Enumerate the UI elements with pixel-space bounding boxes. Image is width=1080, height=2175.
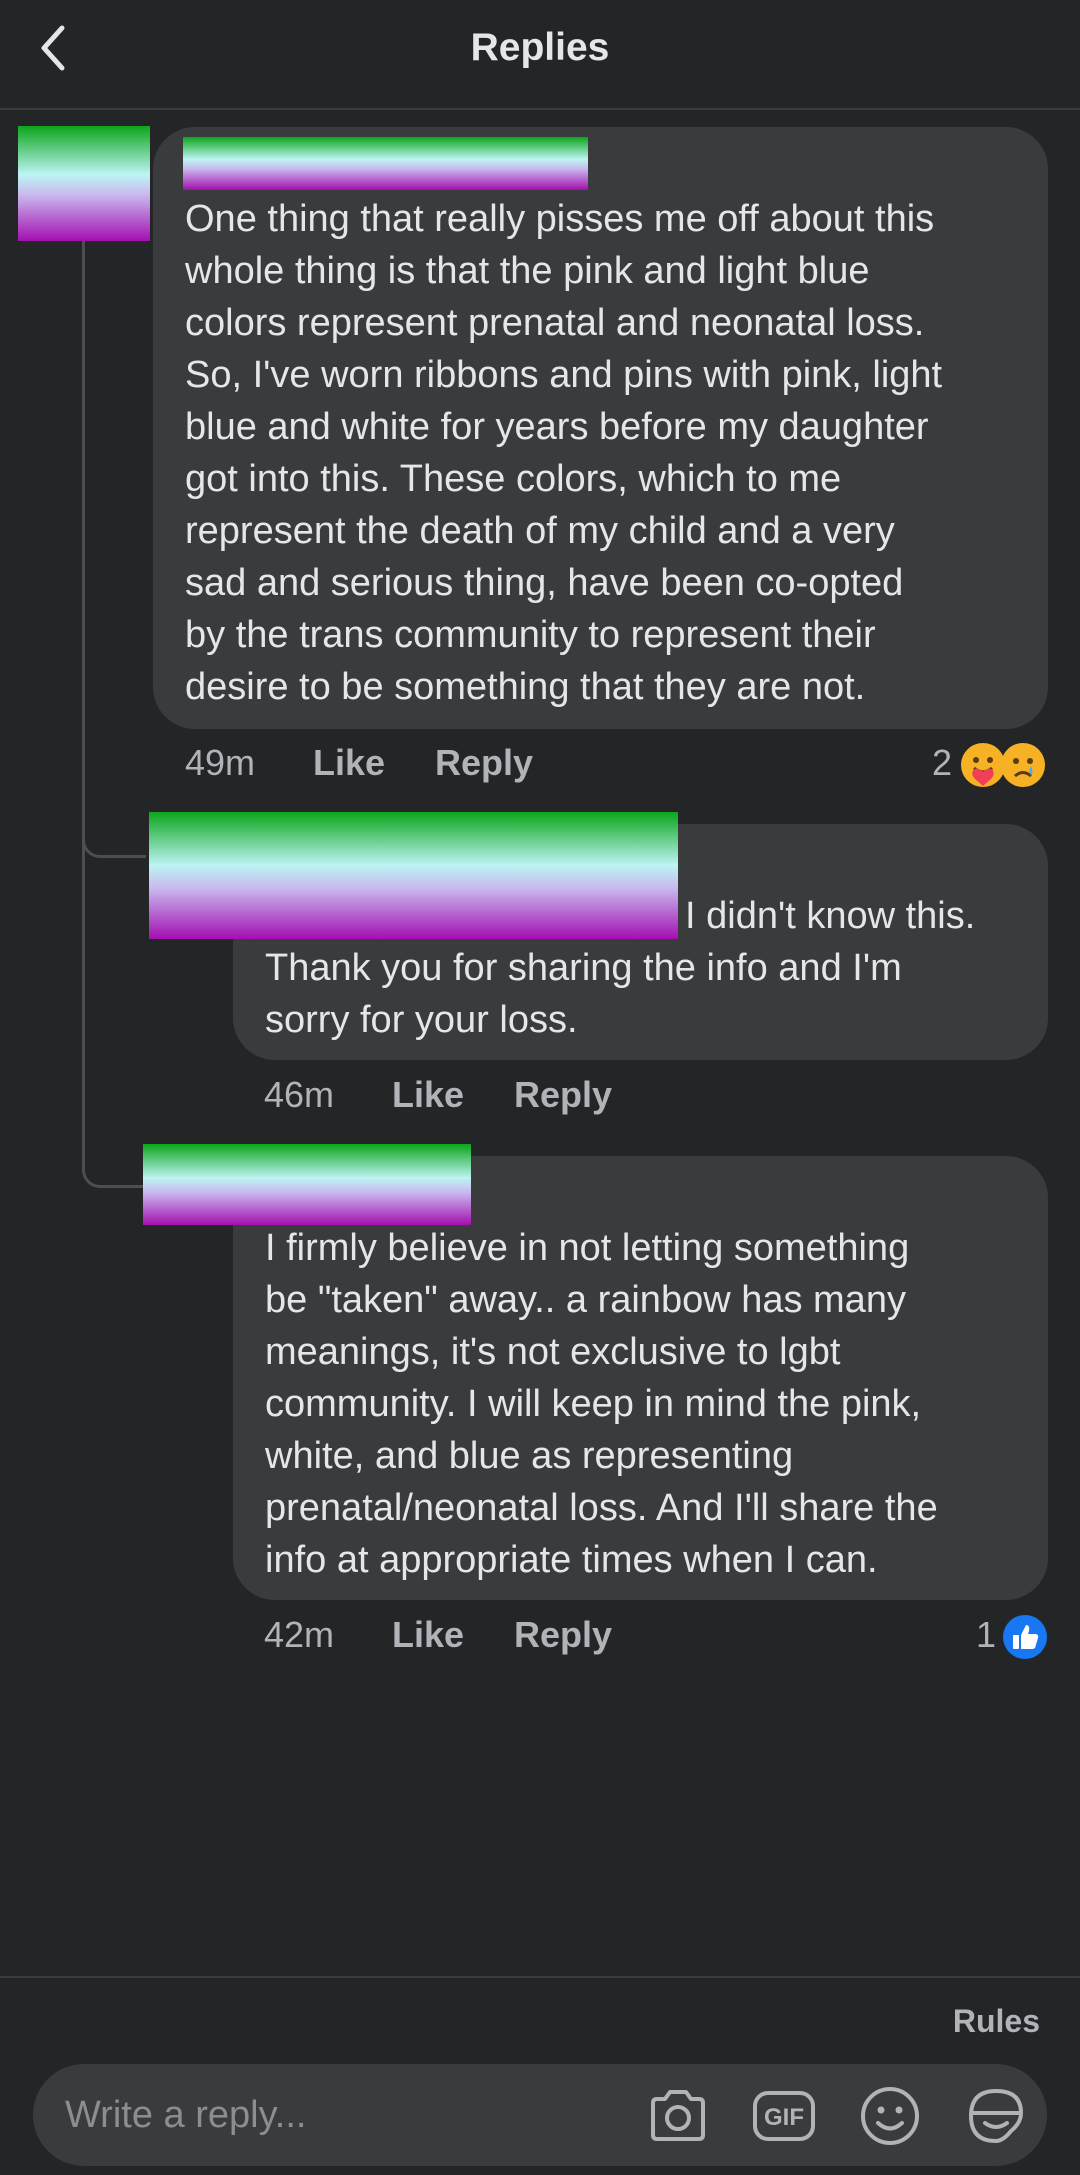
sad-emoji-icon <box>1001 743 1045 787</box>
redacted-avatar-and-name <box>143 1144 471 1225</box>
comment-text: One thing that really pisses me off abou… <box>185 198 943 708</box>
like-thumbs-up-icon <box>1003 1615 1047 1659</box>
comment-text: Thank you for sharing the info and I'm s… <box>265 947 902 1041</box>
camera-icon[interactable] <box>645 2083 711 2149</box>
redacted-author-name <box>183 137 588 190</box>
footer-divider <box>0 1976 1080 1978</box>
rules-link[interactable]: Rules <box>953 2003 1040 2040</box>
thread-branch <box>82 1110 146 1188</box>
comment-actions: 49m Like Reply <box>185 742 705 792</box>
redacted-avatar-and-name <box>149 812 678 939</box>
comment-timestamp: 49m <box>185 742 256 783</box>
comment-timestamp: 46m <box>264 1074 335 1115</box>
comment-text-first-line: I didn't know this. <box>685 895 976 937</box>
reaction-summary[interactable]: 2 <box>930 742 1050 792</box>
like-button[interactable]: Like <box>392 1074 464 1116</box>
reply-button[interactable]: Reply <box>435 742 533 784</box>
comment-actions: 42m Like Reply <box>264 1614 784 1664</box>
emoji-icon[interactable] <box>857 2083 923 2149</box>
reaction-summary[interactable]: 1 <box>970 1614 1050 1664</box>
comment-bubble[interactable]: One thing that really pisses me off abou… <box>153 127 1048 729</box>
like-button[interactable]: Like <box>313 742 385 784</box>
comment-text: I firmly believe in not letting somethin… <box>265 1227 938 1581</box>
gif-label: GIF <box>764 2104 804 2131</box>
reply-button[interactable]: Reply <box>514 1074 612 1116</box>
gif-icon: GIF <box>753 2091 815 2141</box>
reaction-count: 1 <box>976 1614 997 1655</box>
like-button[interactable]: Like <box>392 1614 464 1656</box>
header-bar: Replies <box>0 0 1080 110</box>
reaction-count: 2 <box>932 742 953 783</box>
reply-composer: GIF <box>33 2064 1047 2166</box>
redacted-avatar <box>18 126 150 241</box>
page-title: Replies <box>470 26 610 69</box>
reply-input[interactable] <box>65 2088 625 2142</box>
thread-branch <box>82 780 146 858</box>
comment-timestamp: 42m <box>264 1614 335 1655</box>
thread-line <box>82 240 85 1110</box>
sticker-icon[interactable] <box>963 2083 1029 2149</box>
reply-button[interactable]: Reply <box>514 1614 612 1656</box>
gif-button[interactable]: GIF <box>751 2083 817 2149</box>
comment-actions: 46m Like Reply <box>264 1074 784 1124</box>
